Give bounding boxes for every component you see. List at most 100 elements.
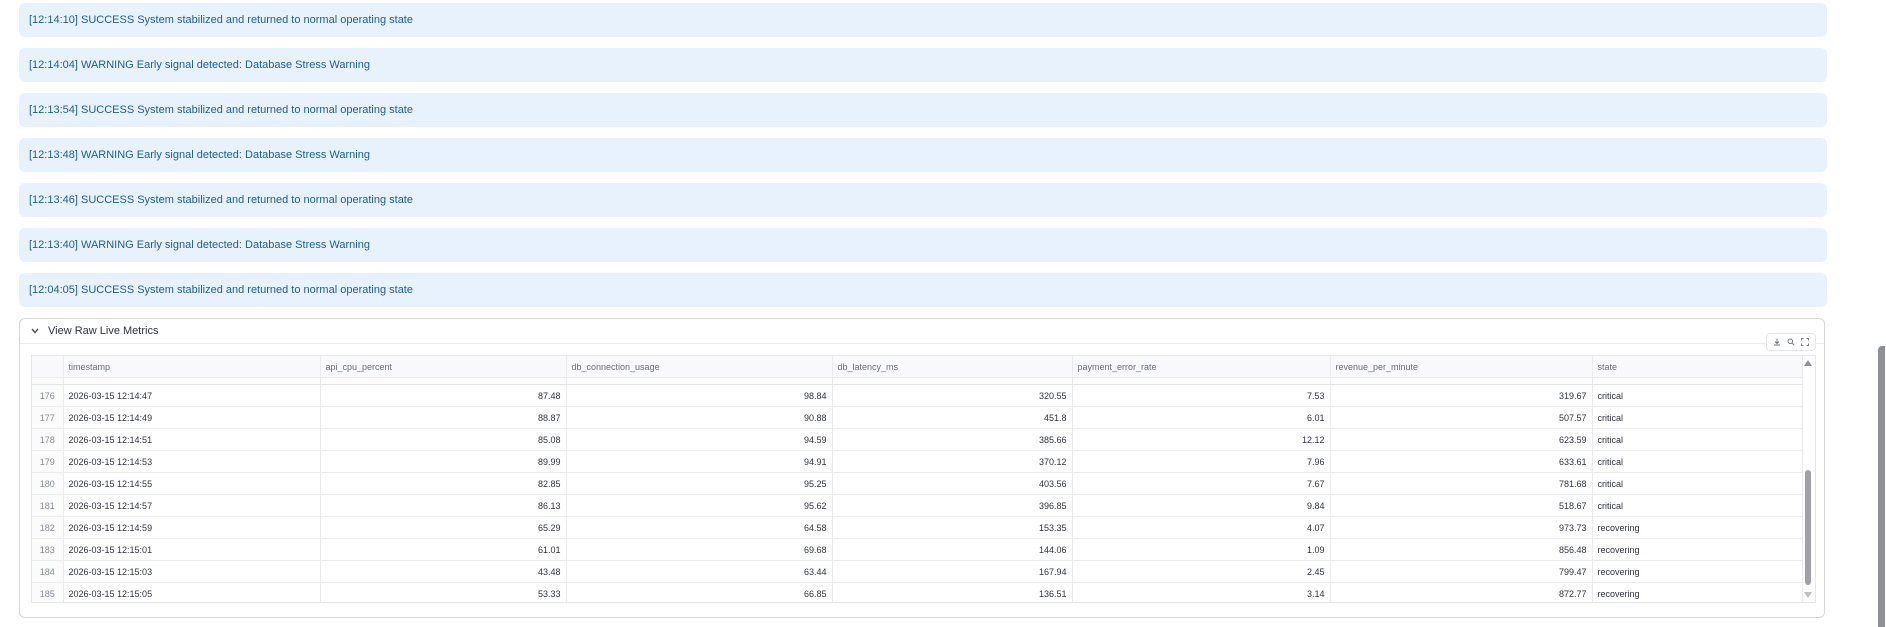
cell-revenue-per-minute[interactable]: 507.57 [1330,406,1593,429]
cell-db-connection-usage[interactable]: 66.85 [566,582,833,602]
scroll-down-arrow-icon[interactable] [1804,592,1812,598]
cell-db-latency-ms[interactable]: 385.66 [832,428,1073,451]
metrics-table[interactable]: timestamp api_cpu_percent db_connection_… [31,355,1816,603]
cell-payment-error-rate[interactable]: 9.84 [1072,494,1331,517]
table-scrollbar[interactable] [1803,358,1813,600]
cell-state[interactable]: recovering [1592,582,1803,602]
cell-api-cpu-percent[interactable]: 89.99 [320,450,567,473]
cell-state[interactable]: critical [1592,428,1803,451]
cell-api-cpu-percent[interactable]: 82.85 [320,472,567,495]
table-row[interactable]: 178 2026-03-15 12:14:51 85.08 94.59 385.66 12… [32,428,1803,451]
cell-api-cpu-percent[interactable]: 65.29 [320,516,567,539]
cell-revenue-per-minute[interactable]: 799.47 [1330,560,1593,583]
column-header-index[interactable] [32,356,64,378]
table-row[interactable]: 183 2026-03-15 12:15:01 61.01 69.68 144.06 1.… [32,538,1803,561]
cell-db-connection-usage[interactable]: 90.88 [566,406,833,429]
cell-payment-error-rate[interactable]: 7.67 [1072,472,1331,495]
cell-timestamp[interactable]: 2026-03-15 12:15:03 [63,560,321,583]
cell-state[interactable]: recovering [1592,538,1803,561]
cell-db-connection-usage[interactable]: 94.91 [566,450,833,473]
cell-payment-error-rate[interactable]: 3.14 [1072,582,1331,602]
cell-db-connection-usage[interactable]: 94.59 [566,428,833,451]
cell-timestamp[interactable]: 2026-03-15 12:14:47 [63,384,321,407]
scroll-up-arrow-icon[interactable] [1804,360,1812,366]
cell-db-connection-usage[interactable]: 69.68 [566,538,833,561]
cell-revenue-per-minute[interactable]: 623.59 [1330,428,1593,451]
cell-revenue-per-minute[interactable]: 856.48 [1330,538,1593,561]
cell-timestamp[interactable]: 2026-03-15 12:15:01 [63,538,321,561]
table-row[interactable]: 182 2026-03-15 12:14:59 65.29 64.58 153.35 4.… [32,516,1803,539]
table-row[interactable]: 184 2026-03-15 12:15:03 43.48 63.44 167.94 2.… [32,560,1803,583]
cell-api-cpu-percent[interactable]: 43.48 [320,560,567,583]
scrollbar-thumb[interactable] [1805,470,1811,585]
cell-timestamp[interactable]: 2026-03-15 12:14:59 [63,516,321,539]
row-index: 178 [32,428,64,451]
cell-revenue-per-minute[interactable]: 973.73 [1330,516,1593,539]
download-icon[interactable] [1772,337,1782,347]
cell-state[interactable]: critical [1592,472,1803,495]
cell-state[interactable]: recovering [1592,560,1803,583]
cell-payment-error-rate[interactable]: 2.45 [1072,560,1331,583]
cell-db-latency-ms[interactable]: 320.55 [832,384,1073,407]
table-row[interactable]: 181 2026-03-15 12:14:57 86.13 95.62 396.85 9.… [32,494,1803,517]
cell-db-latency-ms[interactable]: 136.51 [832,582,1073,602]
cell-timestamp[interactable]: 2026-03-15 12:14:51 [63,428,321,451]
cell-revenue-per-minute[interactable]: 781.68 [1330,472,1593,495]
cell-db-connection-usage[interactable]: 95.62 [566,494,833,517]
expander-header[interactable]: View Raw Live Metrics [20,319,1824,344]
cell-db-latency-ms[interactable]: 451.8 [832,406,1073,429]
cell-payment-error-rate[interactable]: 7.96 [1072,450,1331,473]
chevron-down-icon[interactable] [30,326,40,336]
table-row[interactable]: 185 2026-03-15 12:15:05 53.33 66.85 136.51 3.… [32,582,1803,602]
cell-db-connection-usage[interactable]: 95.25 [566,472,833,495]
cell-state[interactable]: critical [1592,494,1803,517]
cell-state[interactable]: critical [1592,406,1803,429]
column-header-state[interactable]: state [1592,356,1803,378]
cell-timestamp[interactable]: 2026-03-15 12:15:05 [63,582,321,602]
cell-revenue-per-minute[interactable]: 633.61 [1330,450,1593,473]
cell-api-cpu-percent[interactable]: 88.87 [320,406,567,429]
cell-revenue-per-minute[interactable]: 872.77 [1330,582,1593,602]
cell-api-cpu-percent[interactable]: 87.48 [320,384,567,407]
cell-db-latency-ms[interactable]: 403.56 [832,472,1073,495]
cell-state[interactable]: critical [1592,384,1803,407]
cell-payment-error-rate[interactable]: 4.07 [1072,516,1331,539]
cell-db-latency-ms[interactable]: 167.94 [832,560,1073,583]
cell-db-connection-usage[interactable]: 64.58 [566,516,833,539]
cell-payment-error-rate[interactable]: 7.53 [1072,384,1331,407]
cell-db-latency-ms[interactable]: 153.35 [832,516,1073,539]
cell-db-connection-usage[interactable]: 98.84 [566,384,833,407]
cell-db-latency-ms[interactable]: 370.12 [832,450,1073,473]
cell-db-latency-ms[interactable]: 396.85 [832,494,1073,517]
column-header-payment-error-rate[interactable]: payment_error_rate [1072,356,1331,378]
cell-payment-error-rate[interactable]: 6.01 [1072,406,1331,429]
cell-api-cpu-percent[interactable]: 86.13 [320,494,567,517]
cell-api-cpu-percent[interactable]: 61.01 [320,538,567,561]
table-row[interactable]: 179 2026-03-15 12:14:53 89.99 94.91 370.12 7.… [32,450,1803,473]
cell-timestamp[interactable]: 2026-03-15 12:14:53 [63,450,321,473]
cell-timestamp[interactable]: 2026-03-15 12:14:57 [63,494,321,517]
column-header-timestamp[interactable]: timestamp [63,356,321,378]
column-header-revenue-per-minute[interactable]: revenue_per_minute [1330,356,1593,378]
column-header-db-connection-usage[interactable]: db_connection_usage [566,356,833,378]
column-header-api-cpu-percent[interactable]: api_cpu_percent [320,356,567,378]
cell-timestamp[interactable]: 2026-03-15 12:14:55 [63,472,321,495]
cell-api-cpu-percent[interactable]: 53.33 [320,582,567,602]
table-row[interactable]: 177 2026-03-15 12:14:49 88.87 90.88 451.8 6.0… [32,406,1803,429]
cell-timestamp[interactable]: 2026-03-15 12:14:49 [63,406,321,429]
cell-state[interactable]: recovering [1592,516,1803,539]
cell-revenue-per-minute[interactable]: 319.67 [1330,384,1593,407]
fullscreen-icon[interactable] [1800,337,1810,347]
column-header-db-latency-ms[interactable]: db_latency_ms [832,356,1073,378]
cell-state[interactable]: critical [1592,450,1803,473]
table-row[interactable]: 176 2026-03-15 12:14:47 87.48 98.84 320.55 7.… [32,384,1803,407]
cell-payment-error-rate[interactable]: 1.09 [1072,538,1331,561]
cell-db-latency-ms[interactable]: 144.06 [832,538,1073,561]
search-icon[interactable] [1786,337,1796,347]
cell-db-connection-usage[interactable]: 63.44 [566,560,833,583]
table-row[interactable]: 180 2026-03-15 12:14:55 82.85 95.25 403.56 7.… [32,472,1803,495]
cell-api-cpu-percent[interactable]: 85.08 [320,428,567,451]
page-scrollbar-thumb[interactable] [1878,346,1885,627]
cell-revenue-per-minute[interactable]: 518.67 [1330,494,1593,517]
cell-payment-error-rate[interactable]: 12.12 [1072,428,1331,451]
